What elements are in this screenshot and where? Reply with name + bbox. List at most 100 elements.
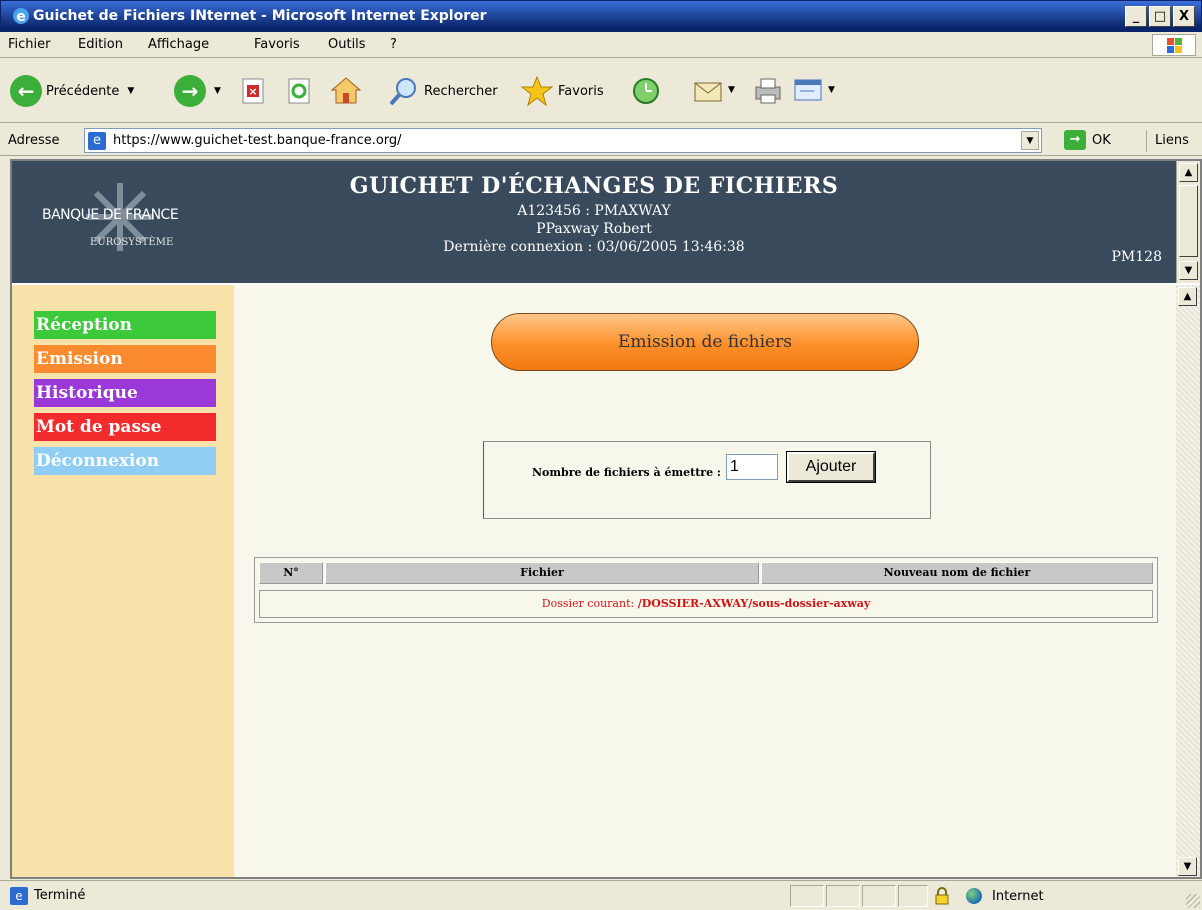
nav-logout-label: Déconnexion [36, 451, 160, 471]
current-folder-row: Dossier courant: /DOSSIER-AXWAY/sous-dos… [259, 590, 1153, 618]
lock-icon [935, 887, 949, 905]
history-icon [633, 78, 659, 104]
address-bar: Adresse e https://www.guichet-test.banqu… [0, 124, 1202, 156]
printer-icon [755, 78, 781, 104]
nav-reception[interactable]: Réception [34, 311, 216, 339]
forward-arrow-icon: → [174, 75, 206, 107]
window-title: Guichet de Fichiers INternet - Microsoft… [33, 8, 487, 24]
sidebar: Réception Emission Historique Mot de pas… [12, 285, 234, 877]
edit-dropdown-icon[interactable]: ▼ [828, 85, 835, 95]
col-file: Fichier [325, 562, 759, 584]
col-number: N° [259, 562, 323, 584]
svg-text:×: × [248, 85, 257, 98]
page-done-icon: e [10, 887, 28, 905]
toolbar: ← Précédente ▼ → ▼ × Rechercher Favoris … [0, 59, 1202, 123]
zone-label: Internet [992, 888, 1044, 904]
star-icon [520, 75, 554, 107]
forward-button[interactable]: → ▼ [174, 75, 221, 107]
maximize-button[interactable]: □ [1149, 6, 1171, 27]
svg-text:e: e [16, 9, 26, 25]
edit-button[interactable]: ▼ [792, 75, 835, 105]
back-button[interactable]: ← Précédente ▼ [10, 75, 134, 107]
close-button[interactable]: X [1173, 6, 1195, 27]
nav-deconnexion[interactable]: Déconnexion [34, 447, 216, 475]
address-dropdown-icon[interactable]: ▼ [1021, 131, 1039, 150]
mail-dropdown-icon[interactable]: ▼ [728, 85, 735, 95]
mail-button[interactable]: ▼ [692, 75, 735, 105]
favorites-label: Favoris [558, 83, 604, 99]
nav-emission[interactable]: Emission [34, 345, 216, 373]
resize-grip[interactable] [1186, 894, 1200, 908]
refresh-button[interactable] [286, 77, 314, 105]
file-count-label: Nombre de fichiers à émettre : [532, 466, 721, 479]
security-zone: Internet [966, 888, 1044, 904]
go-button[interactable]: → OK [1064, 130, 1111, 150]
main-scrollbar[interactable]: ▲ ▼ [1176, 285, 1200, 877]
main-scroll-down-icon[interactable]: ▼ [1178, 857, 1197, 876]
add-button[interactable]: Ajouter [786, 451, 876, 483]
forward-dropdown-icon[interactable]: ▼ [214, 86, 221, 96]
menu-fichier[interactable]: Fichier [8, 37, 51, 52]
go-label: OK [1092, 132, 1111, 148]
stop-button[interactable]: × [240, 77, 268, 105]
folder-path-link[interactable]: /DOSSIER-AXWAY/ [638, 597, 753, 610]
menu-edition[interactable]: Edition [78, 37, 123, 52]
status-segment [790, 885, 824, 907]
windows-flag-icon [1152, 34, 1196, 56]
status-segment [826, 885, 860, 907]
scroll-thumb[interactable] [1179, 185, 1198, 257]
back-dropdown-icon[interactable]: ▼ [127, 86, 134, 96]
title-bar: e Guichet de Fichiers INternet - Microso… [0, 0, 1202, 32]
address-input[interactable]: e https://www.guichet-test.banque-france… [84, 128, 1042, 153]
ie-logo-icon: e [13, 8, 29, 25]
file-count-form: Nombre de fichiers à émettre : Ajouter [483, 441, 931, 519]
scroll-down-icon[interactable]: ▼ [1179, 261, 1198, 280]
main-content: Emission de fichiers Nombre de fichiers … [234, 285, 1176, 877]
menu-help[interactable]: ? [390, 37, 397, 52]
menu-outils[interactable]: Outils [328, 37, 366, 52]
refresh-icon [288, 78, 310, 104]
links-button[interactable]: Liens [1146, 130, 1189, 152]
go-arrow-icon: → [1064, 130, 1086, 150]
status-segment [898, 885, 928, 907]
globe-icon [966, 888, 982, 904]
mail-icon [694, 82, 722, 102]
home-icon [330, 77, 362, 104]
header-scrollbar[interactable]: ▲ ▼ [1176, 161, 1200, 283]
menu-affichage[interactable]: Affichage [148, 37, 209, 52]
main-scroll-up-icon[interactable]: ▲ [1178, 287, 1197, 306]
last-login: Dernière connexion : 03/06/2005 13:46:38 [443, 239, 745, 255]
favorites-button[interactable]: Favoris [520, 75, 604, 107]
file-count-input[interactable] [726, 454, 778, 480]
folder-sub-link[interactable]: sous-dossier-axway [752, 597, 870, 610]
folder-prefix: Dossier courant: [541, 597, 638, 610]
address-url: https://www.guichet-test.banque-france.o… [113, 133, 402, 148]
account-id: A123456 : PMAXWAY [517, 203, 671, 219]
search-button[interactable]: Rechercher [388, 75, 498, 107]
search-icon [389, 78, 416, 106]
section-title: Emission de fichiers [491, 313, 919, 371]
stop-icon: × [242, 78, 264, 104]
back-label: Précédente [46, 83, 120, 99]
minimize-button[interactable]: _ [1125, 6, 1147, 27]
nav-password-label: Mot de passe [36, 417, 162, 437]
nav-reception-label: Réception [36, 315, 133, 335]
nav-historique-label: Historique [36, 383, 138, 403]
address-label: Adresse [8, 133, 60, 148]
nav-historique[interactable]: Historique [34, 379, 216, 407]
scroll-up-icon[interactable]: ▲ [1179, 163, 1198, 182]
files-table: N° Fichier Nouveau nom de fichier Dossie… [254, 557, 1158, 623]
status-segment [862, 885, 896, 907]
print-button[interactable] [752, 75, 784, 105]
history-button[interactable] [630, 75, 662, 107]
menu-favoris[interactable]: Favoris [254, 37, 300, 52]
menu-bar: Fichier Edition Affichage Favoris Outils… [0, 32, 1202, 58]
page-icon: e [88, 132, 106, 150]
search-label: Rechercher [424, 83, 498, 99]
home-button[interactable] [330, 75, 362, 105]
page-header: BANQUE DE FRANCE EUROSYSTÈME GUICHET D'É… [12, 161, 1176, 283]
nav-mot-de-passe[interactable]: Mot de passe [34, 413, 216, 441]
page-title: GUICHET D'ÉCHANGES DE FICHIERS [349, 173, 839, 199]
col-new-name: Nouveau nom de fichier [761, 562, 1153, 584]
nav-emission-label: Emission [36, 349, 123, 369]
